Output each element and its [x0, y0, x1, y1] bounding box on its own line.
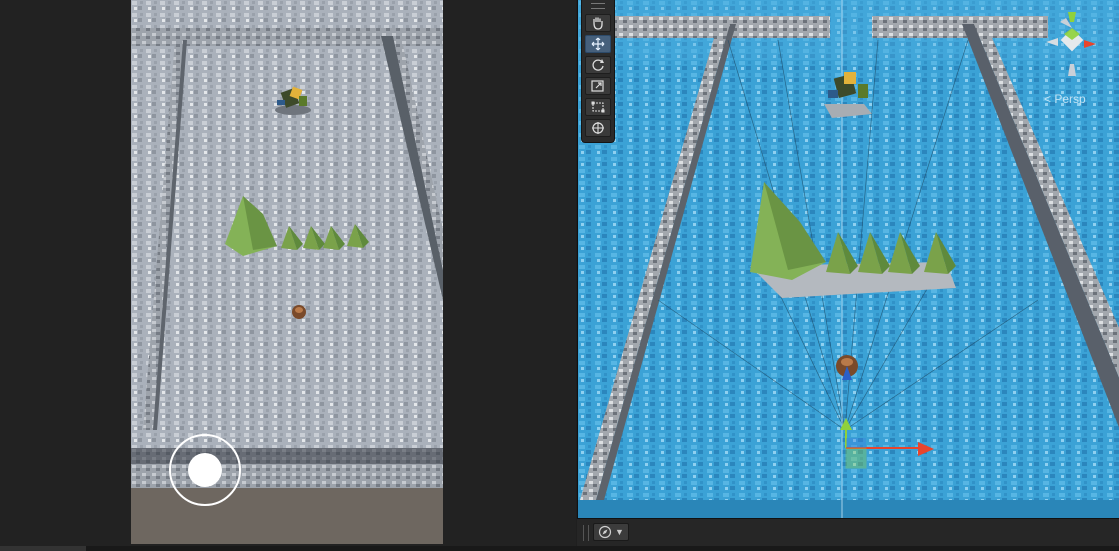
gizmos-dropdown[interactable]: ▼ [593, 523, 629, 541]
rect-tool-button[interactable] [585, 98, 611, 116]
game-view [0, 0, 576, 546]
rotate-tool-button[interactable] [585, 56, 611, 74]
rotate-icon [592, 59, 604, 71]
transform-tool-button[interactable] [585, 119, 611, 137]
chevron-down-icon: ▼ [615, 527, 624, 537]
palette-grip[interactable] [591, 3, 605, 9]
scene-view: < Persp [577, 0, 1119, 518]
status-strip [0, 546, 1119, 551]
scene-overlay-toolbar: ▼ [577, 518, 1119, 547]
player-character [292, 305, 306, 319]
status-tab[interactable] [0, 546, 86, 551]
hand-tool-button[interactable] [585, 14, 611, 32]
projection-label[interactable]: < Persp [1044, 92, 1086, 106]
joystick-knob[interactable] [188, 453, 222, 487]
scene-viewport[interactable] [578, 0, 1119, 518]
toolbar-grip[interactable] [583, 525, 589, 541]
scene-top-wall-right [872, 16, 1048, 38]
tool-palette [581, 0, 615, 143]
gizmo-axis-x[interactable] [1084, 40, 1096, 48]
orientation-gizmo[interactable] [1040, 6, 1116, 82]
rect-transform-icon [591, 101, 605, 113]
scale-tool-button[interactable] [585, 77, 611, 95]
scale-icon [591, 80, 604, 92]
move-arrows-icon [591, 37, 605, 51]
gizmo-axis-y[interactable] [1068, 12, 1076, 22]
compass-icon [598, 525, 612, 539]
hand-icon [593, 17, 603, 30]
move-tool-button[interactable] [585, 35, 611, 53]
transform-icon [592, 122, 604, 134]
virtual-joystick[interactable] [168, 433, 242, 507]
